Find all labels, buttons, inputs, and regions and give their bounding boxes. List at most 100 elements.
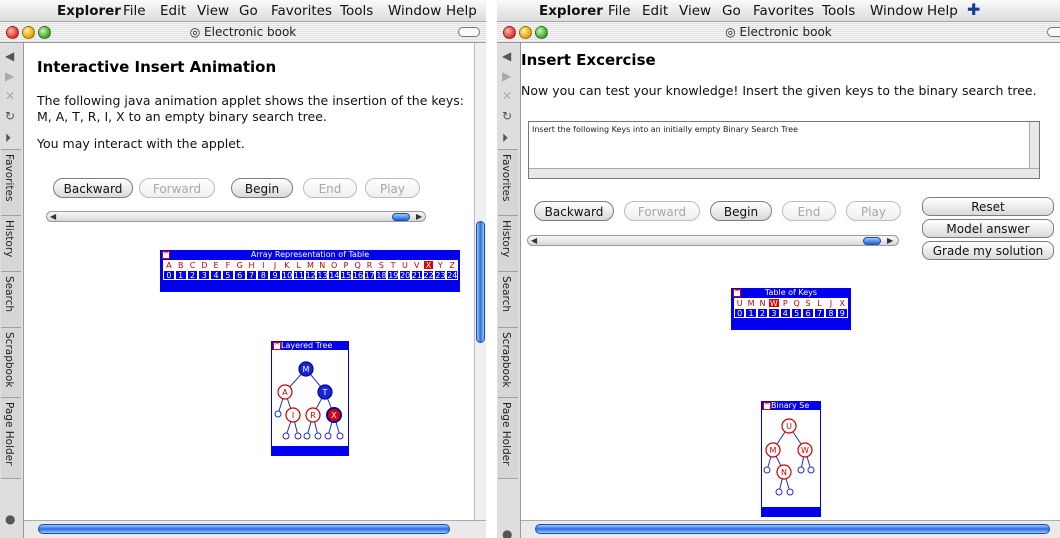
- page-heading: Interactive Insert Animation: [37, 58, 277, 76]
- tab-scrapbook[interactable]: Scrapbook: [498, 327, 518, 399]
- menu-go[interactable]: Go: [722, 3, 741, 19]
- begin-button[interactable]: Begin: [710, 201, 772, 221]
- forward-icon[interactable]: ▶: [5, 69, 14, 83]
- index-cell: 5: [222, 270, 234, 280]
- stop-icon[interactable]: ✕: [5, 89, 15, 103]
- key-cell: S: [375, 260, 388, 270]
- play-button[interactable]: Play: [365, 178, 420, 198]
- slider-right-arrow-icon[interactable]: ▶: [416, 212, 422, 221]
- reset-button[interactable]: Reset: [922, 197, 1054, 216]
- tree-null-leaf: [282, 432, 290, 440]
- play-button[interactable]: Play: [846, 201, 901, 221]
- menu-app[interactable]: Explorer: [539, 3, 603, 19]
- tab-history[interactable]: History: [1, 215, 21, 273]
- menu-window[interactable]: Window: [388, 3, 441, 19]
- tree-node-label: X: [331, 411, 337, 420]
- window-title: Electronic book: [204, 25, 297, 39]
- slider-thumb[interactable]: [392, 213, 410, 221]
- menu-view[interactable]: View: [197, 3, 229, 19]
- index-cell: 24: [446, 270, 458, 280]
- menu-go[interactable]: Go: [239, 3, 258, 19]
- window-title: Electronic book: [739, 25, 832, 39]
- binary-search-tree-diagram: M A T I R X: [274, 361, 344, 440]
- horizontal-scroll-thumb[interactable]: [38, 524, 450, 534]
- animation-slider[interactable]: ◀ ▶: [527, 235, 899, 246]
- tree-node-label: I: [292, 411, 294, 420]
- menu-edit[interactable]: Edit: [642, 3, 668, 19]
- slider-left-arrow-icon[interactable]: ◀: [531, 236, 537, 245]
- right-browser-window: Explorer File Edit View Go Favorites Too…: [497, 0, 1060, 538]
- back-icon[interactable]: ◀: [502, 49, 511, 63]
- menu-file[interactable]: File: [123, 3, 146, 19]
- tree-node-label: W: [801, 446, 809, 455]
- vertical-scrollbar[interactable]: [474, 43, 486, 520]
- menu-help[interactable]: Help: [446, 3, 477, 19]
- forward-button[interactable]: Forward: [624, 201, 700, 221]
- refresh-icon[interactable]: ↻: [502, 109, 512, 123]
- menu-favorites[interactable]: Favorites: [753, 3, 814, 19]
- menu-tools[interactable]: Tools: [822, 3, 855, 19]
- index-cell: 2: [756, 308, 769, 318]
- slider-thumb[interactable]: [863, 237, 881, 245]
- menu-view[interactable]: View: [679, 3, 711, 19]
- horizontal-scroll-thumb[interactable]: [535, 524, 1050, 534]
- end-button[interactable]: End: [303, 178, 357, 198]
- tab-page-holder[interactable]: Page Holder: [498, 397, 518, 479]
- index-cell: 1: [174, 270, 187, 280]
- key-cell: U: [734, 298, 746, 308]
- key-cell: D: [198, 260, 211, 270]
- menu-favorites[interactable]: Favorites: [271, 3, 332, 19]
- slider-right-arrow-icon[interactable]: ▶: [887, 236, 893, 245]
- instructions-textarea[interactable]: Insert the following Keys into an initia…: [528, 121, 1040, 179]
- tree-node-label: T: [322, 388, 328, 397]
- sidebar-collapse-icon[interactable]: ⏵: [5, 131, 11, 146]
- vertical-scroll-thumb[interactable]: [476, 221, 485, 343]
- back-icon[interactable]: ◀: [5, 49, 14, 63]
- grade-solution-button[interactable]: Grade my solution: [922, 241, 1054, 260]
- key-cell: C: [186, 260, 199, 270]
- menu-tools[interactable]: Tools: [340, 3, 373, 19]
- key-cell: L: [813, 298, 826, 308]
- textarea-hscrollbar[interactable]: [529, 168, 1039, 178]
- tab-favorites[interactable]: Favorites: [498, 149, 518, 217]
- index-cell: 2: [186, 270, 199, 280]
- animation-slider[interactable]: ◀ ▶: [46, 211, 426, 222]
- forward-button[interactable]: Forward: [139, 178, 215, 198]
- binary-search-tree-panel: ^ Binary Se UMWN: [761, 401, 821, 517]
- backward-button[interactable]: Backward: [53, 178, 133, 198]
- key-cell: X: [422, 260, 435, 270]
- toolbar-toggle-button[interactable]: [458, 27, 480, 37]
- key-cell: E: [210, 260, 222, 270]
- backward-button[interactable]: Backward: [534, 201, 614, 221]
- menu-edit[interactable]: Edit: [160, 3, 186, 19]
- tab-search[interactable]: Search: [1, 271, 21, 329]
- tab-page-holder[interactable]: Page Holder: [1, 397, 21, 479]
- tree-node-label: U: [786, 422, 792, 431]
- horizontal-scrollbar[interactable]: [521, 520, 1060, 538]
- input-menu-flag-icon[interactable]: ✚: [967, 0, 980, 19]
- tab-history[interactable]: History: [498, 215, 518, 273]
- forward-icon[interactable]: ▶: [502, 69, 511, 83]
- menu-help[interactable]: Help: [927, 3, 958, 19]
- index-cell: 16: [351, 270, 364, 280]
- stop-icon[interactable]: ✕: [502, 89, 512, 103]
- key-cell: N: [756, 298, 769, 308]
- refresh-icon[interactable]: ↻: [5, 109, 15, 123]
- slider-left-arrow-icon[interactable]: ◀: [50, 212, 56, 221]
- key-cell: W: [768, 298, 780, 308]
- model-answer-button[interactable]: Model answer: [922, 219, 1054, 238]
- tab-favorites[interactable]: Favorites: [1, 149, 21, 217]
- window-title-bar: ◎ Electronic book: [497, 22, 1060, 43]
- menu-app[interactable]: Explorer: [57, 3, 121, 19]
- menu-window[interactable]: Window: [870, 3, 923, 19]
- end-button[interactable]: End: [782, 201, 836, 221]
- tab-scrapbook[interactable]: Scrapbook: [1, 327, 21, 399]
- key-cell: F: [222, 260, 234, 270]
- sidebar-collapse-icon[interactable]: ⏵: [502, 131, 508, 146]
- tab-search[interactable]: Search: [498, 271, 518, 329]
- left-browser-window: Explorer File Edit View Go Favorites Too…: [0, 0, 486, 538]
- horizontal-scrollbar[interactable]: [24, 520, 486, 538]
- menu-file[interactable]: File: [608, 3, 631, 19]
- toolbar-toggle-button[interactable]: [1047, 27, 1060, 37]
- begin-button[interactable]: Begin: [231, 178, 293, 198]
